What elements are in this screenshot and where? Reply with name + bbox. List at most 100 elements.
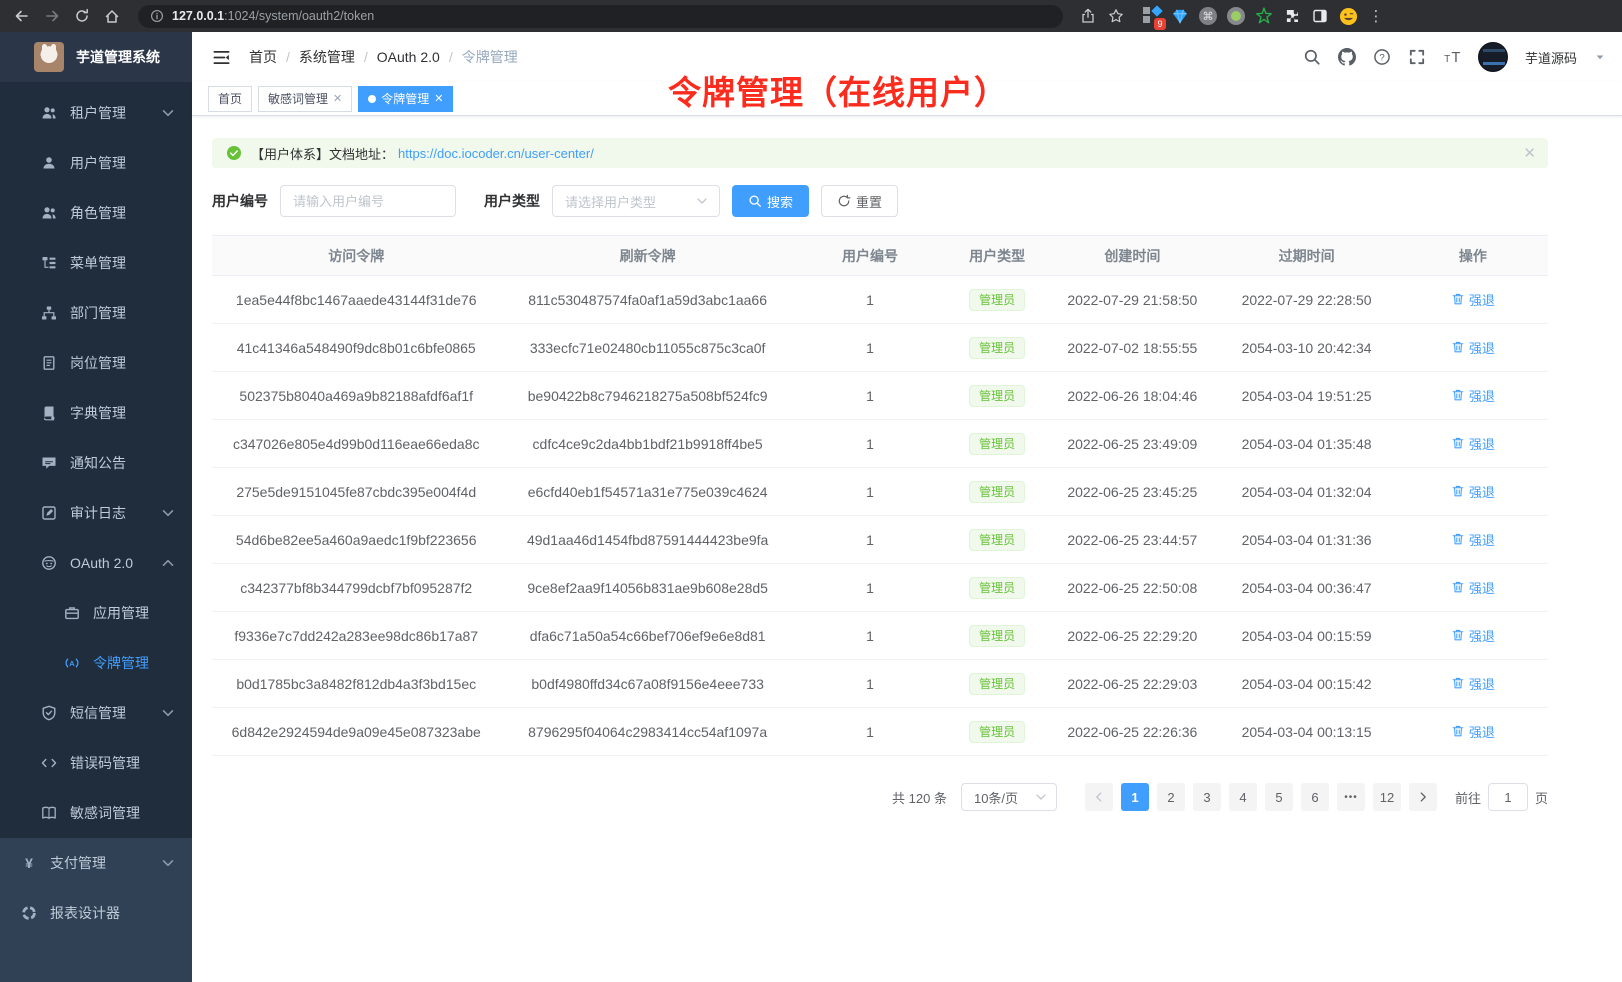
table-header-row: 访问令牌 刷新令牌 用户编号 用户类型 创建时间 过期时间 操作 xyxy=(212,236,1548,276)
sidebar-item-user[interactable]: 用户管理 xyxy=(0,138,192,188)
dict-icon xyxy=(40,405,58,421)
user-avatar[interactable] xyxy=(1478,42,1508,72)
address-bar[interactable]: 127.0.0.1:1024/system/oauth2/token xyxy=(138,5,1063,28)
sidebar-item-notice[interactable]: 通知公告 xyxy=(0,438,192,488)
page-button-3[interactable]: 3 xyxy=(1193,783,1221,811)
font-size-icon[interactable] xyxy=(1443,48,1461,66)
sidebar-item-sms[interactable]: 短信管理 xyxy=(0,688,192,738)
user-type-badge: 管理员 xyxy=(969,481,1025,503)
header-search-icon[interactable] xyxy=(1303,48,1321,66)
user-id-input[interactable] xyxy=(280,185,456,217)
prev-page-button[interactable] xyxy=(1085,783,1113,811)
page-button-6[interactable]: 6 xyxy=(1301,783,1329,811)
browser-forward-button[interactable] xyxy=(40,4,64,28)
sidebar-item-menu[interactable]: 菜单管理 xyxy=(0,238,192,288)
star-extension-icon[interactable] xyxy=(1253,5,1275,27)
sidebar-item-report[interactable]: 报表设计器 xyxy=(0,888,192,938)
sidebar-item-pay[interactable]: 支付管理 xyxy=(0,838,192,888)
page-button-2[interactable]: 2 xyxy=(1157,783,1185,811)
extensions-puzzle-icon[interactable] xyxy=(1281,5,1303,27)
force-logout-button[interactable]: 强退 xyxy=(1451,290,1495,309)
gem-extension-icon[interactable] xyxy=(1169,5,1191,27)
tab-token[interactable]: 令牌管理✕ xyxy=(358,86,453,112)
force-logout-button[interactable]: 强退 xyxy=(1451,578,1495,597)
sidebar-item-audit[interactable]: 审计日志 xyxy=(0,488,192,538)
more-pages-button[interactable]: ••• xyxy=(1337,783,1365,811)
breadcrumb-oauth[interactable]: OAuth 2.0 xyxy=(377,49,440,65)
force-logout-button[interactable]: 强退 xyxy=(1451,482,1495,501)
sidebar-item-oauth-token[interactable]: 令牌管理 xyxy=(0,638,192,688)
chevron-up-icon xyxy=(160,555,176,571)
table-row: 54d6be82ee5a460a9aedc1f9bf22365649d1aa46… xyxy=(212,516,1548,564)
app-logo-row: 芋道管理系统 xyxy=(0,32,192,82)
browser-reload-button[interactable] xyxy=(70,4,94,28)
page-button-5[interactable]: 5 xyxy=(1265,783,1293,811)
bookmark-star-icon[interactable] xyxy=(1105,5,1127,27)
app-title: 芋道管理系统 xyxy=(76,47,160,67)
goto-page-input[interactable] xyxy=(1488,783,1528,811)
page-size-select[interactable]: 10条/页 xyxy=(961,783,1057,811)
audit-icon xyxy=(40,505,58,521)
side-panel-icon[interactable] xyxy=(1309,5,1331,27)
breadcrumb: 首页 / 系统管理 / OAuth 2.0 / 令牌管理 xyxy=(249,47,518,67)
profile-avatar-icon[interactable] xyxy=(1337,5,1359,27)
sidebar-collapse-icon[interactable] xyxy=(208,44,235,71)
help-icon[interactable] xyxy=(1373,48,1391,66)
username[interactable]: 芋道源码 xyxy=(1525,48,1577,67)
page-button-12[interactable]: 12 xyxy=(1373,783,1401,811)
share-icon[interactable] xyxy=(1077,5,1099,27)
user-type-select[interactable]: 请选择用户类型 xyxy=(552,185,720,217)
force-logout-button[interactable]: 强退 xyxy=(1451,722,1495,741)
force-logout-button[interactable]: 强退 xyxy=(1451,530,1495,549)
table-row: 1ea5e44f8bc1467aaede43144f31de76811c5304… xyxy=(212,276,1548,324)
sidebar-item-tenant[interactable]: 租户管理 xyxy=(0,88,192,138)
sidebar-item-post[interactable]: 岗位管理 xyxy=(0,338,192,388)
page-button-1[interactable]: 1 xyxy=(1121,783,1149,811)
close-icon[interactable]: ✕ xyxy=(434,92,443,105)
force-logout-button[interactable]: 强退 xyxy=(1451,338,1495,357)
page-button-4[interactable]: 4 xyxy=(1229,783,1257,811)
sidebar-item-dict[interactable]: 字典管理 xyxy=(0,388,192,438)
site-info-icon[interactable] xyxy=(150,9,164,23)
sidebar-item-dept[interactable]: 部门管理 xyxy=(0,288,192,338)
browser-home-button[interactable] xyxy=(100,4,124,28)
force-logout-button[interactable]: 强退 xyxy=(1451,626,1495,645)
chevron-down-icon xyxy=(160,705,176,721)
sidebar-item-oauth[interactable]: OAuth 2.0 xyxy=(0,538,192,588)
sidebar-item-oauth-app[interactable]: 应用管理 xyxy=(0,588,192,638)
tab-home[interactable]: 首页 xyxy=(208,86,252,112)
col-expire-time: 过期时间 xyxy=(1215,236,1397,276)
doc-link[interactable]: https://doc.iocoder.cn/user-center/ xyxy=(398,146,594,161)
recorder-extension-icon[interactable] xyxy=(1225,5,1247,27)
sidebar-item-sensitive[interactable]: 敏感词管理 xyxy=(0,788,192,838)
tab-sensitive[interactable]: 敏感词管理✕ xyxy=(258,86,352,112)
extension-grid-icon[interactable]: 9 xyxy=(1141,5,1163,27)
table-row: b0d1785bc3a8482f812db4a3f3bd15ecb0df4980… xyxy=(212,660,1548,708)
force-logout-button[interactable]: 强退 xyxy=(1451,674,1495,693)
search-button[interactable]: 搜索 xyxy=(732,185,809,217)
browser-back-button[interactable] xyxy=(10,4,34,28)
command-extension-icon[interactable]: ⌘ xyxy=(1197,5,1219,27)
browser-menu-icon[interactable]: ⋮ xyxy=(1365,5,1387,27)
goto-label: 前往 xyxy=(1455,788,1481,807)
fullscreen-icon[interactable] xyxy=(1408,48,1426,66)
close-icon[interactable]: ✕ xyxy=(333,92,342,105)
next-page-button[interactable] xyxy=(1409,783,1437,811)
breadcrumb-home[interactable]: 首页 xyxy=(249,47,277,67)
github-icon[interactable] xyxy=(1338,48,1356,66)
alert-close-icon[interactable]: ✕ xyxy=(1523,146,1536,161)
user-icon xyxy=(40,155,58,171)
app-icon xyxy=(63,605,81,621)
sidebar-item-role[interactable]: 角色管理 xyxy=(0,188,192,238)
sidebar-item-errcode[interactable]: 错误码管理 xyxy=(0,738,192,788)
reset-button[interactable]: 重置 xyxy=(821,185,898,217)
col-user-id: 用户编号 xyxy=(795,236,945,276)
col-actions: 操作 xyxy=(1398,236,1548,276)
report-icon xyxy=(20,905,38,921)
success-check-icon xyxy=(226,145,242,161)
force-logout-button[interactable]: 强退 xyxy=(1451,434,1495,453)
force-logout-button[interactable]: 强退 xyxy=(1451,386,1495,405)
breadcrumb-system[interactable]: 系统管理 xyxy=(299,47,355,67)
user-type-label: 用户类型 xyxy=(484,191,540,211)
browser-toolbar: 127.0.0.1:1024/system/oauth2/token 9 ⌘ ⋮ xyxy=(0,0,1622,32)
